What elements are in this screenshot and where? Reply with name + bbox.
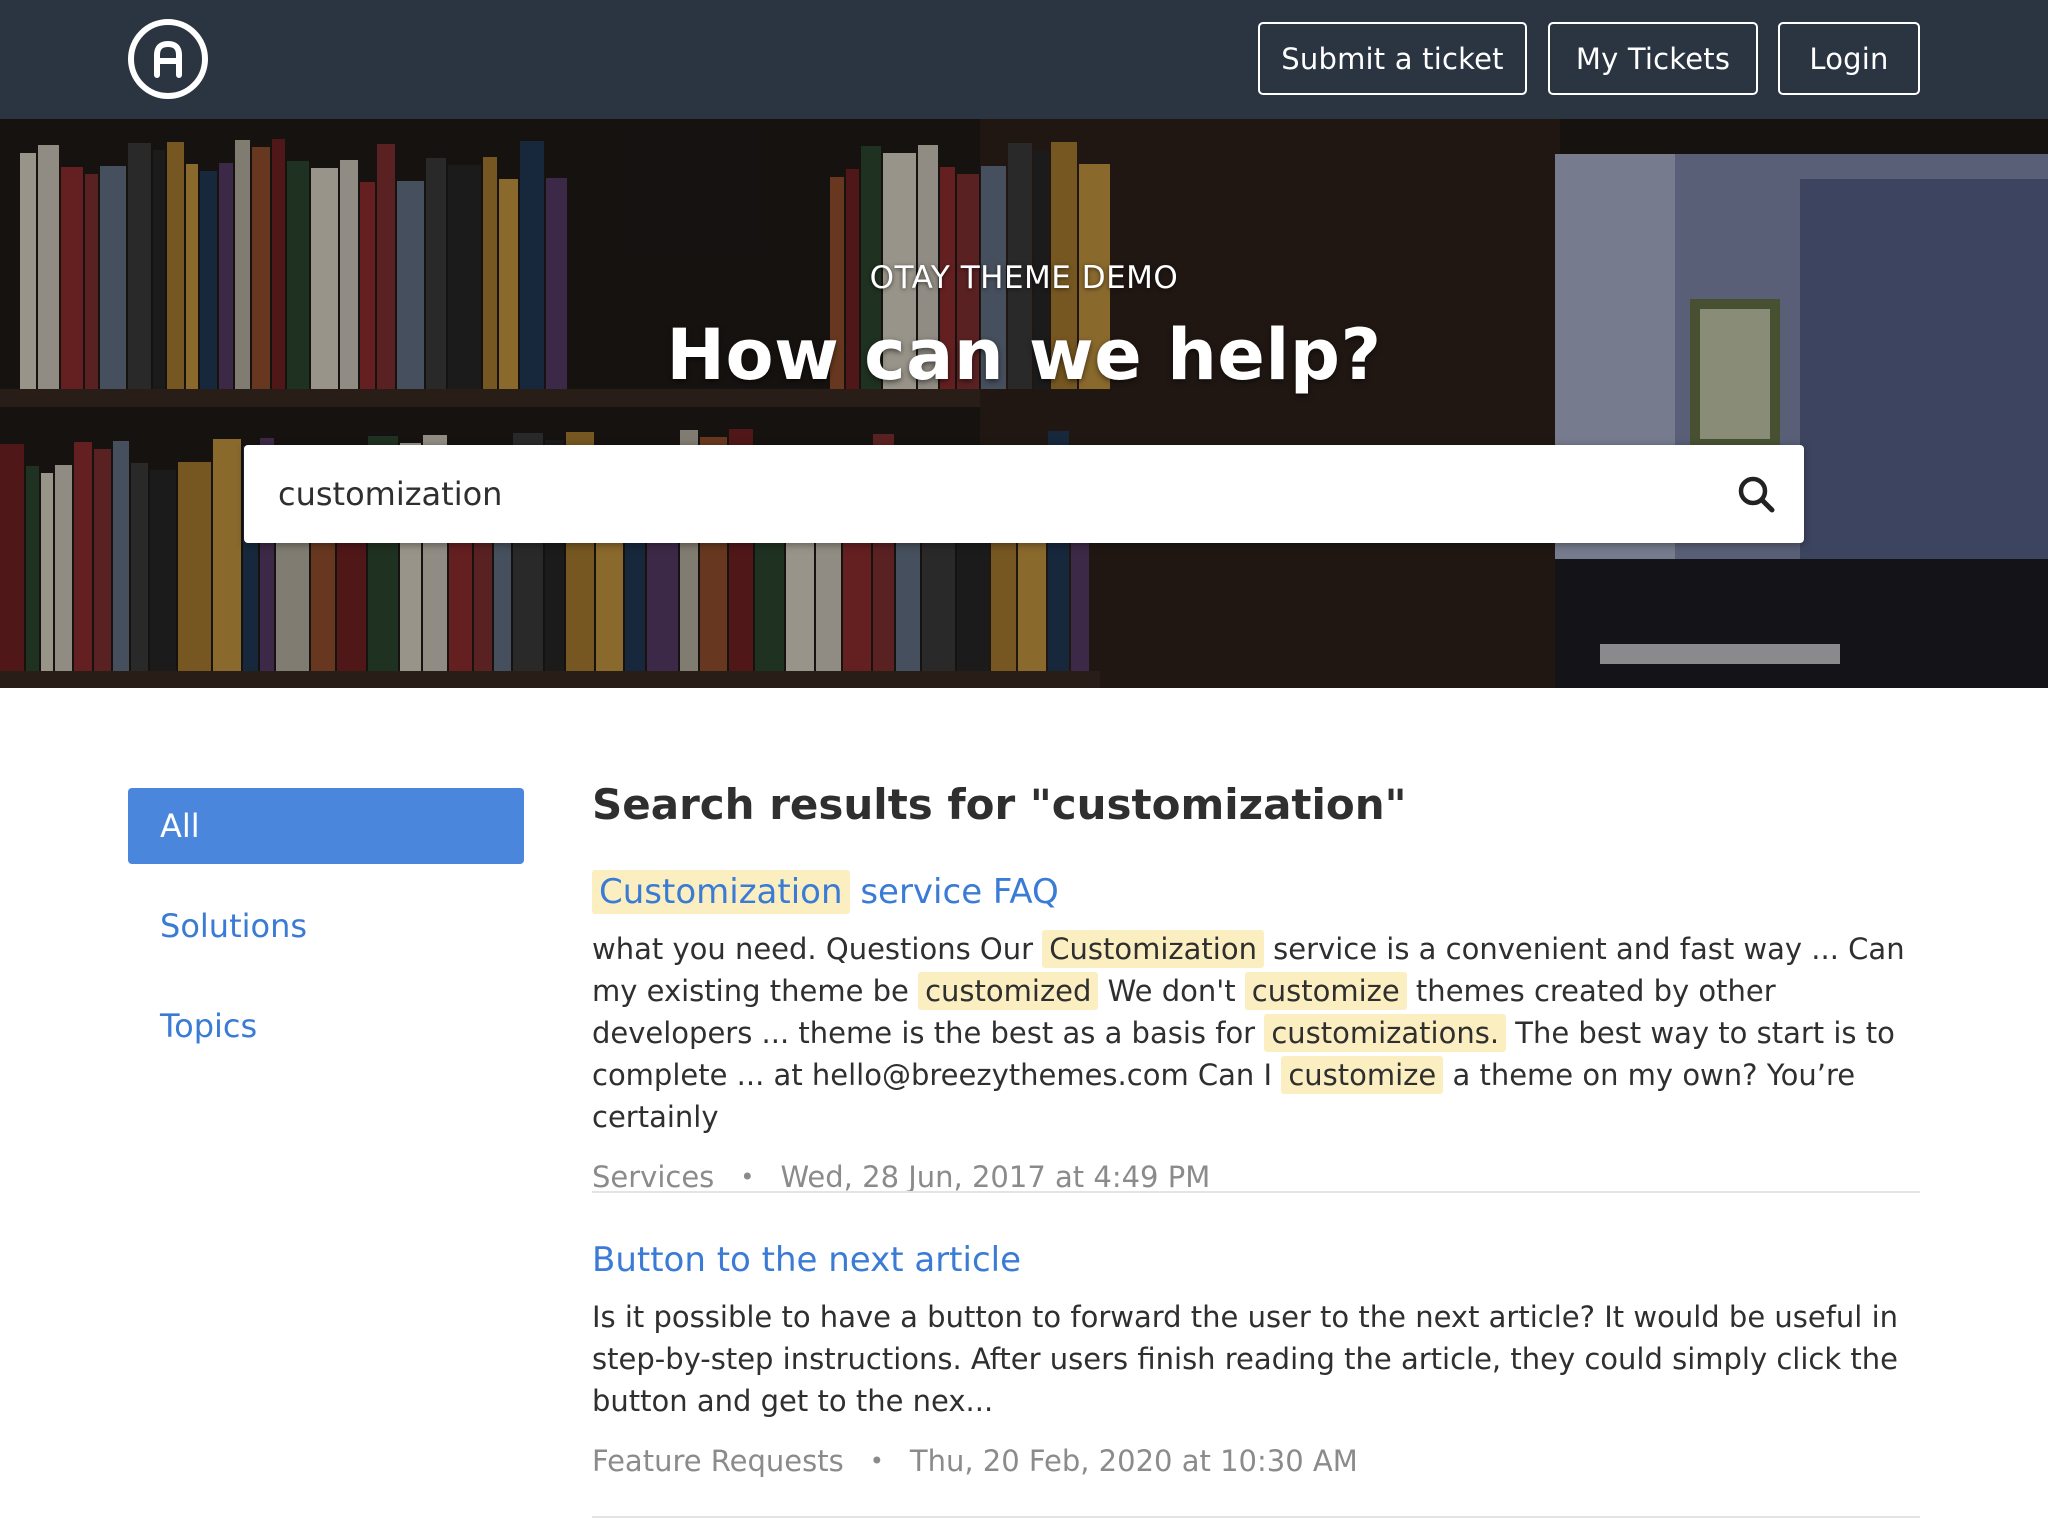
result-category: Feature Requests [592,1444,844,1478]
search-result: Button to the next article Is it possibl… [592,1234,1920,1478]
filter-topics[interactable]: Topics [128,988,524,1064]
highlighted-term: customized [918,972,1099,1010]
search-icon[interactable] [1736,474,1776,514]
filter-solutions[interactable]: Solutions [128,888,524,964]
highlighted-term: customize [1281,1056,1444,1094]
highlighted-term: Customization [592,870,850,914]
highlighted-term: customizations. [1264,1014,1507,1052]
result-category: Services [592,1160,715,1194]
hero-overlay [0,119,2048,688]
result-title-link[interactable]: Customization service FAQ [592,866,1920,918]
top-navigation-bar: Submit a ticket My Tickets Login [0,0,2048,119]
separator-dot: • [869,1447,884,1475]
search-bar [244,445,1804,543]
result-snippet: Is it possible to have a button to forwa… [592,1300,1899,1418]
submit-ticket-button[interactable]: Submit a ticket [1258,22,1527,95]
logo-a-icon [154,40,182,78]
result-divider [592,1191,1920,1193]
separator-dot: • [740,1163,755,1191]
result-date: Thu, 20 Feb, 2020 at 10:30 AM [909,1444,1358,1478]
snippet-text: We don't [1098,974,1245,1008]
highlighted-term: customize [1244,972,1407,1010]
hero-subtitle: OTAY THEME DEMO [869,260,1179,296]
result-meta: Feature Requests • Thu, 20 Feb, 2020 at … [592,1444,1920,1478]
snippet-text: what you need. Questions Our [592,932,1043,966]
results-heading: Search results for "customization" [592,780,1407,829]
my-tickets-button[interactable]: My Tickets [1548,22,1758,95]
result-date: Wed, 28 Jun, 2017 at 4:49 PM [780,1160,1211,1194]
filter-all[interactable]: All [128,788,524,864]
result-title-text: service FAQ [849,872,1059,912]
login-button[interactable]: Login [1778,22,1920,95]
logo[interactable] [128,19,208,99]
result-divider [592,1516,1920,1518]
hero-title: How can we help? [666,314,1382,396]
result-snippet: what you need. Questions Our Customizati… [592,928,1920,1138]
highlighted-term: Customization [1042,930,1264,968]
search-input[interactable] [244,445,1704,543]
hero-banner: OTAY THEME DEMO How can we help? [0,119,2048,688]
result-title-link[interactable]: Button to the next article [592,1234,1920,1286]
search-result: Customization service FAQ what you need.… [592,866,1920,1194]
result-meta: Services • Wed, 28 Jun, 2017 at 4:49 PM [592,1160,1920,1194]
